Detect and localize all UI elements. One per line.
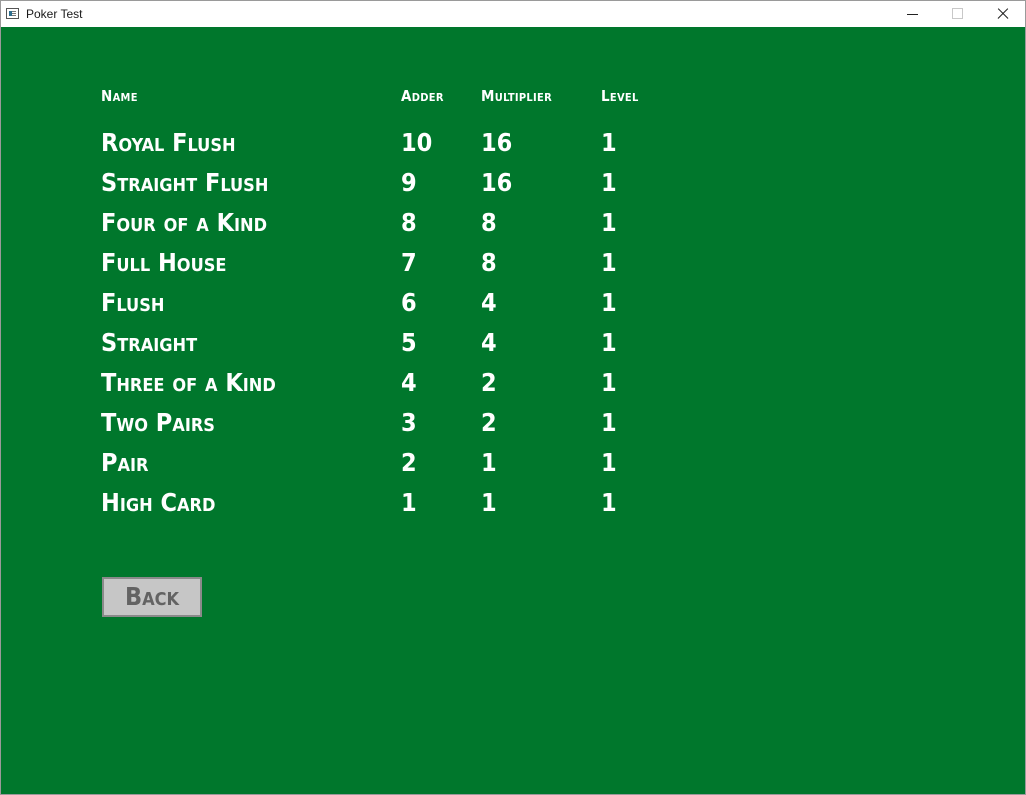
title-bar[interactable]: Poker Test bbox=[1, 1, 1025, 27]
hand-adder: 6 bbox=[401, 288, 417, 317]
hand-multiplier: 4 bbox=[481, 288, 497, 317]
window-title: Poker Test bbox=[26, 7, 83, 21]
hand-adder: 10 bbox=[401, 128, 433, 157]
hand-multiplier: 16 bbox=[481, 168, 513, 197]
hand-adder: 8 bbox=[401, 208, 417, 237]
hand-level: 1 bbox=[601, 448, 617, 477]
hand-level: 1 bbox=[601, 368, 617, 397]
table-row: Flush 6 4 1 bbox=[1, 287, 1025, 327]
header-multiplier: Multiplier bbox=[481, 87, 553, 105]
game-area: Name Adder Multiplier Level Royal Flush … bbox=[1, 27, 1025, 794]
hand-multiplier: 8 bbox=[481, 248, 497, 277]
header-name: Name bbox=[101, 87, 138, 105]
hand-adder: 5 bbox=[401, 328, 417, 357]
hand-adder: 9 bbox=[401, 168, 417, 197]
table-row: High Card 1 1 1 bbox=[1, 487, 1025, 527]
table-row: Pair 2 1 1 bbox=[1, 447, 1025, 487]
hand-adder: 7 bbox=[401, 248, 417, 277]
hand-name: Straight bbox=[101, 328, 198, 357]
hand-level: 1 bbox=[601, 168, 617, 197]
hand-name: Royal Flush bbox=[101, 128, 236, 157]
hand-name: Two Pairs bbox=[101, 408, 215, 437]
header-level: Level bbox=[601, 87, 639, 105]
hand-multiplier: 2 bbox=[481, 368, 497, 397]
table-row: Full House 7 8 1 bbox=[1, 247, 1025, 287]
close-icon[interactable] bbox=[980, 1, 1026, 27]
hand-multiplier: 1 bbox=[481, 488, 497, 517]
header-adder: Adder bbox=[401, 87, 444, 105]
hand-adder: 4 bbox=[401, 368, 417, 397]
table-row: Royal Flush 10 16 1 bbox=[1, 127, 1025, 167]
hand-multiplier: 4 bbox=[481, 328, 497, 357]
hand-level: 1 bbox=[601, 128, 617, 157]
hand-adder: 3 bbox=[401, 408, 417, 437]
hand-name: Pair bbox=[101, 448, 149, 477]
hand-multiplier: 1 bbox=[481, 448, 497, 477]
table-row: Four of a Kind 8 8 1 bbox=[1, 207, 1025, 247]
hand-level: 1 bbox=[601, 488, 617, 517]
hand-name: Four of a Kind bbox=[101, 208, 268, 237]
app-window: Poker Test Name Adder Multiplier Level R… bbox=[0, 0, 1026, 795]
hand-multiplier: 16 bbox=[481, 128, 513, 157]
back-button[interactable]: Back bbox=[102, 577, 202, 617]
hand-multiplier: 8 bbox=[481, 208, 497, 237]
app-window-icon bbox=[6, 8, 19, 19]
hand-name: Three of a Kind bbox=[101, 368, 276, 397]
hand-level: 1 bbox=[601, 328, 617, 357]
hand-name: Straight Flush bbox=[101, 168, 269, 197]
hand-level: 1 bbox=[601, 288, 617, 317]
hand-level: 1 bbox=[601, 408, 617, 437]
hand-name: Flush bbox=[101, 288, 165, 317]
hand-level: 1 bbox=[601, 208, 617, 237]
hand-name: Full House bbox=[101, 248, 227, 277]
table-row: Three of a Kind 4 2 1 bbox=[1, 367, 1025, 407]
table-row: Straight Flush 9 16 1 bbox=[1, 167, 1025, 207]
maximize-icon[interactable] bbox=[934, 1, 980, 27]
table-row: Straight 5 4 1 bbox=[1, 327, 1025, 367]
hand-level: 1 bbox=[601, 248, 617, 277]
minimize-icon[interactable] bbox=[889, 1, 935, 27]
hand-adder: 1 bbox=[401, 488, 417, 517]
hand-name: High Card bbox=[101, 488, 216, 517]
hand-adder: 2 bbox=[401, 448, 417, 477]
table-row: Two Pairs 3 2 1 bbox=[1, 407, 1025, 447]
hand-multiplier: 2 bbox=[481, 408, 497, 437]
